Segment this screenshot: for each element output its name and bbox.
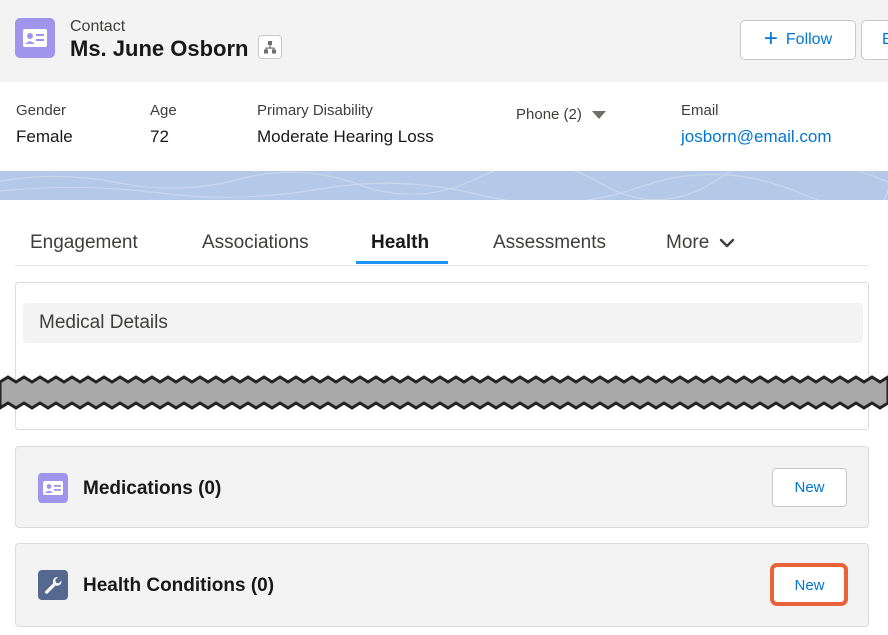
health-conditions-related-list: Health Conditions (0) New xyxy=(15,543,869,627)
medical-details-header[interactable]: Medical Details xyxy=(23,303,863,343)
primary-disability-label: Primary Disability xyxy=(257,102,373,119)
phone-dropdown[interactable]: Phone (2) xyxy=(516,106,606,123)
tab-health[interactable]: Health xyxy=(371,232,429,254)
caret-down-icon xyxy=(591,110,606,119)
chevron-down-icon xyxy=(720,238,735,248)
primary-disability-value: Moderate Hearing Loss xyxy=(257,127,434,146)
medications-new-button[interactable]: New xyxy=(772,468,847,507)
health-conditions-new-button[interactable]: New xyxy=(772,566,847,605)
hierarchy-button[interactable] xyxy=(258,35,282,59)
email-label: Email xyxy=(681,102,719,119)
record-header: Contact Ms. June Osborn + Follow E xyxy=(0,0,888,82)
health-conditions-title[interactable]: Health Conditions (0) xyxy=(83,575,274,597)
edit-label: E xyxy=(882,31,888,48)
hierarchy-icon xyxy=(264,41,276,54)
medications-title[interactable]: Medications (0) xyxy=(83,478,221,500)
tab-assessments[interactable]: Assessments xyxy=(493,232,606,254)
email-link[interactable]: josborn@email.com xyxy=(681,127,831,147)
tab-more-label: More xyxy=(666,232,710,253)
object-type-label: Contact xyxy=(70,18,126,35)
wrench-icon xyxy=(38,570,68,600)
gender-label: Gender xyxy=(16,102,67,119)
contact-icon xyxy=(15,18,55,58)
edit-button[interactable]: E xyxy=(861,20,888,60)
follow-button[interactable]: + Follow xyxy=(740,20,856,60)
tab-more[interactable]: More xyxy=(666,232,735,254)
record-tabs: Engagement Associations Health Assessmen… xyxy=(15,200,869,266)
primary-disability-field: Primary Disability Moderate Hearing Loss xyxy=(257,102,434,147)
gender-value: Female xyxy=(16,127,73,146)
age-field: Age 72 xyxy=(150,102,177,147)
content-cut-separator xyxy=(0,375,888,410)
tab-associations[interactable]: Associations xyxy=(202,232,309,254)
phone-label: Phone (2) xyxy=(516,106,582,123)
tab-engagement[interactable]: Engagement xyxy=(30,232,138,254)
plus-icon: + xyxy=(763,25,778,52)
age-label: Age xyxy=(150,102,177,119)
email-field: Email josborn@email.com xyxy=(681,102,831,147)
age-value: 72 xyxy=(150,127,169,146)
medical-details-title: Medical Details xyxy=(39,312,168,333)
record-name: Ms. June Osborn xyxy=(70,36,249,61)
active-tab-indicator xyxy=(356,261,448,264)
contact-card-icon xyxy=(38,473,68,503)
medications-related-list: Medications (0) New xyxy=(15,446,869,528)
gender-field: Gender Female xyxy=(16,102,73,147)
decorative-band xyxy=(0,157,888,210)
follow-label: Follow xyxy=(785,31,833,48)
